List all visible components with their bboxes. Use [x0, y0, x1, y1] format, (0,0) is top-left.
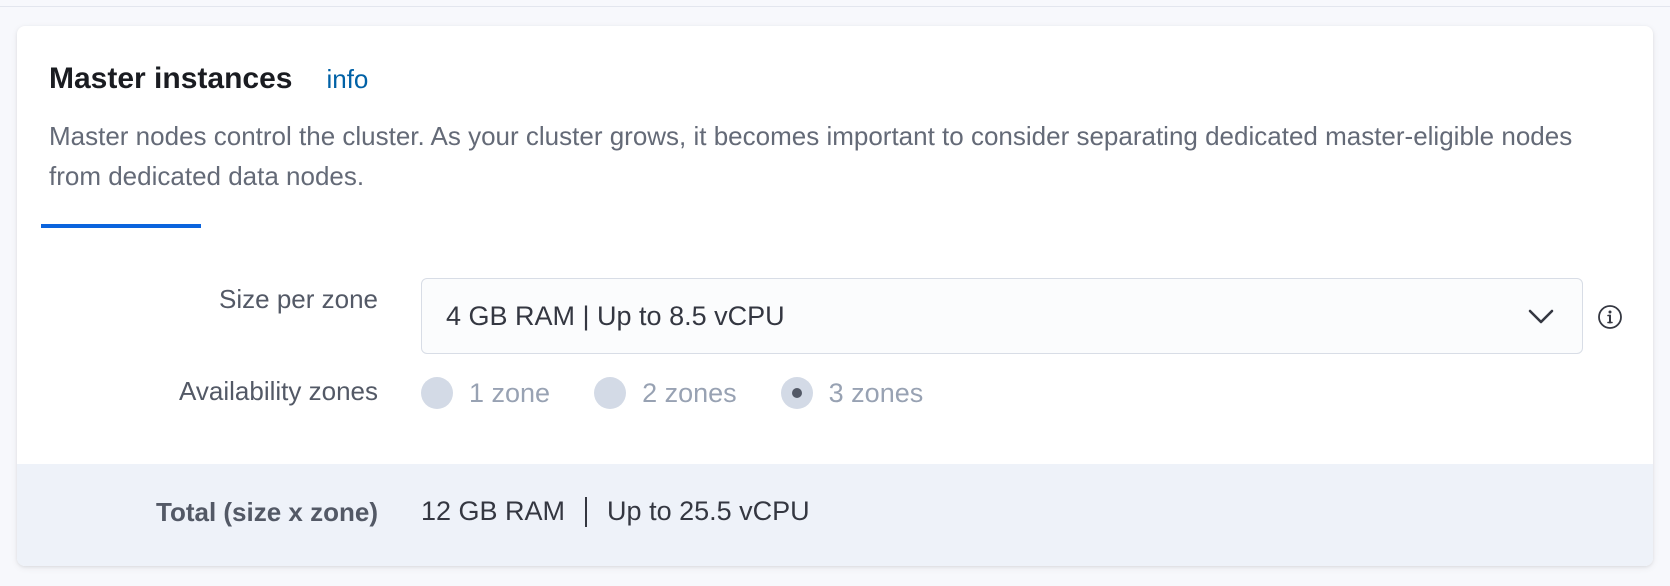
zone-option-2[interactable]: 2 zones	[594, 377, 737, 409]
availability-zones-label: Availability zones	[179, 376, 378, 406]
radio-circle	[594, 377, 627, 409]
total-values: 12 GB RAM Up to 25.5 vCPU	[421, 496, 810, 527]
availability-zones-radio-group: 1 zone 2 zones 3 zones	[421, 370, 967, 416]
radio-circle	[421, 377, 453, 409]
zone-option-3[interactable]: 3 zones	[780, 377, 924, 409]
accent-bar	[41, 224, 201, 228]
total-cpu: Up to 25.5 vCPU	[607, 496, 810, 526]
panel-title: Master instances	[49, 62, 293, 95]
info-circle-icon[interactable]	[1597, 304, 1623, 330]
panel-header: Master instances info	[49, 62, 368, 96]
total-footer: Total (size x zone) 12 GB RAM Up to 25.5…	[17, 464, 1653, 566]
radio-label: 3 zones	[828, 377, 924, 408]
size-per-zone-label: Size per zone	[219, 284, 378, 314]
total-label: Total (size x zone)	[156, 497, 378, 527]
radio-label: 1 zone	[469, 377, 551, 408]
master-instances-panel: Master instances info Master nodes contr…	[17, 26, 1653, 566]
total-ram: 12 GB RAM	[421, 496, 566, 526]
info-link[interactable]: info	[326, 64, 368, 95]
size-per-zone-select[interactable]: 4 GB RAM | Up to 8.5 vCPU	[421, 278, 1583, 354]
radio-label: 2 zones	[642, 377, 737, 408]
zone-option-1[interactable]: 1 zone	[421, 377, 550, 409]
panel-description: Master nodes control the cluster. As you…	[49, 121, 1573, 191]
top-divider	[0, 0, 1670, 7]
size-select-value: 4 GB RAM | Up to 8.5 vCPU	[446, 300, 785, 331]
value-separator	[585, 496, 588, 527]
chevron-down-icon	[1528, 309, 1554, 324]
radio-circle-selected	[780, 377, 813, 409]
radio-selected-dot	[791, 388, 802, 398]
